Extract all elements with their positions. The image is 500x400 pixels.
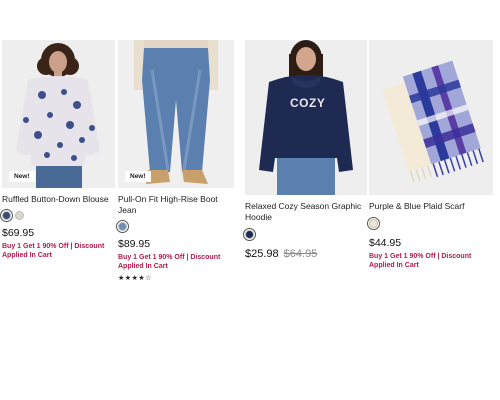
blouse-photo <box>2 40 115 188</box>
product-price: $69.95 <box>2 227 35 239</box>
product-name[interactable]: Purple & Blue Plaid Scarf <box>369 201 493 212</box>
product-name[interactable]: Ruffled Button-Down Blouse <box>2 194 115 205</box>
star-full-icon: ★ <box>118 275 125 282</box>
product-image[interactable]: COZY <box>245 40 367 195</box>
product-price: $89.95 <box>118 238 151 250</box>
star-full-icon: ★ <box>124 275 132 282</box>
product-price: $44.95 <box>369 237 402 249</box>
swatch-ivory-paisley[interactable] <box>15 211 24 220</box>
swatch-medium-wash[interactable] <box>116 220 129 233</box>
hoodie-graphic-text: COZY <box>290 96 326 110</box>
product-image[interactable] <box>369 40 493 195</box>
product-card-blouse[interactable]: New! Ruffled Button-Down Blouse $69.95 B… <box>0 40 115 260</box>
product-card-hoodie[interactable]: COZY Relaxed Cozy Season Graphic Hoodie … <box>243 40 367 260</box>
sale-price: $25.98 <box>245 248 279 260</box>
jeans-photo <box>118 40 234 188</box>
promo-text: Buy 1 Get 1 90% Off | Discount Applied I… <box>369 253 472 269</box>
promo-text: Buy 1 Get 1 90% Off | Discount Applied I… <box>118 254 221 270</box>
color-swatches <box>116 220 234 233</box>
swatch-navy-paisley[interactable] <box>0 209 13 222</box>
product-card-scarf[interactable]: Purple & Blue Plaid Scarf $44.95 Buy 1 G… <box>367 40 493 270</box>
product-price-group: $25.98 $64.95 <box>245 248 367 260</box>
color-swatches <box>367 217 493 230</box>
swatch-cream[interactable] <box>367 217 380 230</box>
color-swatches <box>243 228 367 241</box>
color-swatches <box>0 209 115 222</box>
product-name[interactable]: Pull-On Fit High-Rise Boot Jean <box>118 194 234 216</box>
scarf-photo <box>369 40 493 195</box>
hoodie-photo <box>245 40 367 195</box>
star-empty-icon: ☆ <box>145 275 152 282</box>
new-badge: New! <box>9 171 35 182</box>
product-card-jean[interactable]: New! Pull-On Fit High-Rise Boot Jean $89… <box>116 40 234 282</box>
promo-text: Buy 1 Get 1 90% Off | Discount Applied I… <box>2 243 105 259</box>
product-image[interactable]: New! <box>118 40 234 188</box>
original-price: $64.95 <box>283 248 318 260</box>
product-name[interactable]: Relaxed Cozy Season Graphic Hoodie <box>245 201 367 223</box>
product-image[interactable]: New! <box>2 40 115 188</box>
star-rating: ★★★★☆ <box>118 274 234 282</box>
swatch-navy[interactable] <box>243 228 256 241</box>
new-badge: New! <box>125 171 151 182</box>
